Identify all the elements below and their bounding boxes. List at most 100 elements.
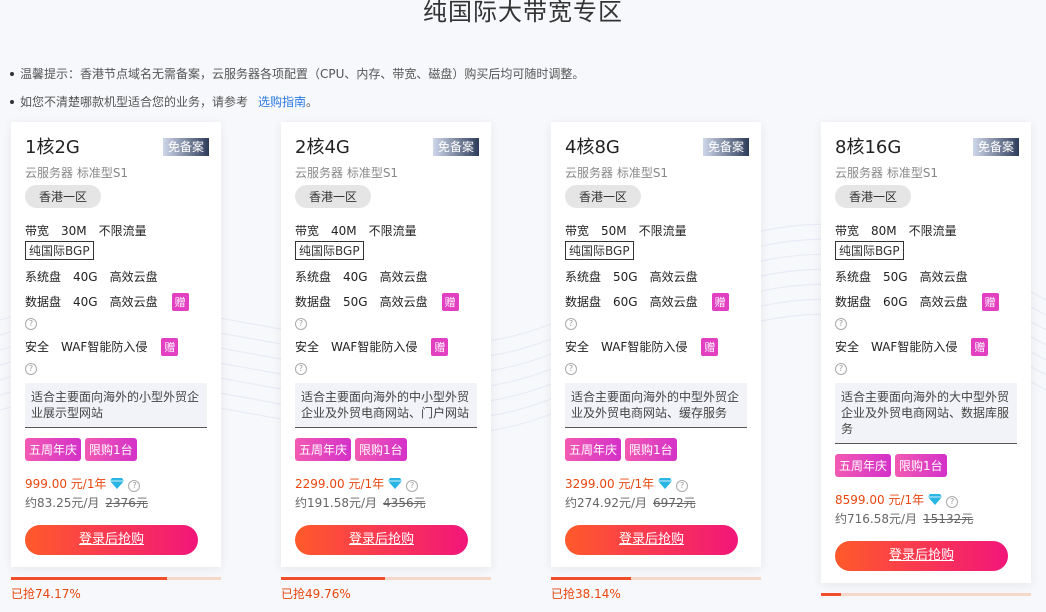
- anniversary-tag: 五周年庆: [25, 438, 82, 461]
- anniversary-tag: 五周年庆: [565, 438, 622, 461]
- price-value: 3299.00 元/1年: [565, 477, 655, 491]
- card-subtitle: 云服务器 标准型S1: [25, 166, 129, 180]
- help-icon[interactable]: ?: [406, 480, 419, 492]
- unlimited-traffic: 不限流量: [638, 224, 687, 238]
- help-icon[interactable]: ?: [835, 363, 847, 375]
- diamond-icon: [110, 477, 125, 492]
- monthly-price: 约191.58元/月 4356元: [295, 494, 477, 511]
- gift-badge: 赠: [701, 338, 719, 356]
- data-disk-type: 高效云盘: [379, 295, 428, 309]
- data-disk-type: 高效云盘: [919, 295, 968, 309]
- anniversary-tag: 五周年庆: [295, 438, 352, 461]
- help-icon[interactable]: ?: [295, 318, 307, 330]
- gift-badge: 赠: [971, 338, 989, 356]
- bandwidth-label: 带宽: [295, 224, 320, 238]
- unlimited-traffic: 不限流量: [98, 224, 147, 238]
- monthly-value: 约83.25元/月: [25, 496, 100, 510]
- sold-progress-bar: [11, 577, 221, 580]
- monthly-value: 约191.58元/月: [295, 496, 378, 510]
- limit-tag: 限购1台: [895, 454, 947, 477]
- diamond-icon: [388, 477, 403, 492]
- help-icon[interactable]: ?: [835, 318, 847, 330]
- price: 999.00 元/1年?: [25, 475, 207, 492]
- gift-badge: 赠: [441, 293, 459, 311]
- help-icon[interactable]: ?: [295, 363, 307, 375]
- data-disk-label: 数据盘: [25, 295, 62, 309]
- buy-button[interactable]: 登录后抢购: [25, 525, 198, 555]
- data-disk-row: 数据盘 50G 高效云盘赠: [295, 293, 477, 311]
- region-selector[interactable]: 香港一区: [25, 185, 102, 208]
- sold-progress-bar: [821, 593, 1031, 596]
- data-disk-value: 50G: [343, 295, 368, 309]
- help-icon[interactable]: ?: [676, 480, 689, 492]
- price-value: 8599.00 元/1年: [835, 493, 925, 507]
- system-disk-row: 系统盘 40G 高效云盘: [295, 268, 477, 285]
- help-icon[interactable]: ?: [565, 363, 577, 375]
- buy-button[interactable]: 登录后抢购: [835, 541, 1008, 571]
- tip-notice: 温馨提示：香港节点域名无需备案，云服务器各项配置（CPU、内存、带宽、磁盘）购买…: [10, 65, 584, 82]
- card-subtitle: 云服务器 标准型S1: [835, 166, 939, 180]
- security-row: 安全 WAF智能防入侵赠: [295, 338, 477, 356]
- limit-tag: 限购1台: [85, 438, 137, 461]
- original-price: 15132元: [923, 512, 974, 526]
- help-icon[interactable]: ?: [565, 318, 577, 330]
- bandwidth-row: 带宽 40M 不限流量: [295, 222, 477, 239]
- tip-guide-suffix: 。: [306, 95, 319, 109]
- system-disk-type: 高效云盘: [109, 270, 158, 284]
- system-disk-value: 40G: [73, 270, 98, 284]
- limit-tag: 限购1台: [625, 438, 677, 461]
- sold-percentage: 已抢49.76%: [281, 587, 351, 601]
- region-selector[interactable]: 香港一区: [295, 185, 372, 208]
- system-disk-value: 40G: [343, 270, 368, 284]
- security-row: 安全 WAF智能防入侵赠: [835, 338, 1017, 356]
- region-selector[interactable]: 香港一区: [565, 185, 642, 208]
- page-title: 纯国际大带宽专区: [423, 0, 623, 26]
- security-label: 安全: [25, 340, 50, 354]
- no-filing-badge: 免备案: [162, 138, 209, 156]
- original-price: 6972元: [653, 496, 696, 510]
- help-icon[interactable]: ?: [946, 496, 959, 508]
- data-disk-type: 高效云盘: [109, 295, 158, 309]
- bgp-label: 纯国际BGP: [565, 241, 634, 260]
- bandwidth-row: 带宽 50M 不限流量: [565, 222, 747, 239]
- sold-progress-fill: [821, 593, 841, 596]
- sold-progress-bar: [551, 577, 761, 580]
- region-selector[interactable]: 香港一区: [835, 185, 912, 208]
- help-icon[interactable]: ?: [25, 318, 37, 330]
- data-disk-label: 数据盘: [565, 295, 602, 309]
- bandwidth-value: 80M: [871, 224, 897, 238]
- help-icon[interactable]: ?: [128, 480, 141, 492]
- gift-badge: 赠: [431, 338, 449, 356]
- data-disk-value: 60G: [613, 295, 638, 309]
- system-disk-value: 50G: [613, 270, 638, 284]
- system-disk-label: 系统盘: [835, 270, 872, 284]
- purchase-guide-link[interactable]: 选购指南: [258, 95, 306, 109]
- bandwidth-label: 带宽: [565, 224, 590, 238]
- data-disk-label: 数据盘: [295, 295, 332, 309]
- product-card: 2核4G 免备案 云服务器 标准型S1 香港一区 带宽 40M 不限流量 纯国际BG…: [281, 122, 491, 567]
- original-price: 4356元: [383, 496, 426, 510]
- diamond-icon: [928, 493, 943, 508]
- card-subtitle: 云服务器 标准型S1: [295, 166, 399, 180]
- price: 3299.00 元/1年?: [565, 475, 747, 492]
- help-icon[interactable]: ?: [25, 363, 37, 375]
- bandwidth-value: 30M: [61, 224, 87, 238]
- card-subtitle: 云服务器 标准型S1: [565, 166, 669, 180]
- price: 2299.00 元/1年?: [295, 475, 477, 492]
- buy-button[interactable]: 登录后抢购: [565, 525, 738, 555]
- data-disk-row: 数据盘 40G 高效云盘赠: [25, 293, 207, 311]
- security-label: 安全: [835, 340, 860, 354]
- sold-percentage: 已抢74.17%: [11, 587, 81, 601]
- system-disk-row: 系统盘 50G 高效云盘: [565, 268, 747, 285]
- security-row: 安全 WAF智能防入侵赠: [565, 338, 747, 356]
- sold-progress-fill: [281, 577, 386, 580]
- system-disk-label: 系统盘: [295, 270, 332, 284]
- system-disk-row: 系统盘 50G 高效云盘: [835, 268, 1017, 285]
- gift-badge: 赠: [711, 293, 729, 311]
- gift-badge: 赠: [171, 293, 189, 311]
- no-filing-badge: 免备案: [702, 138, 749, 156]
- product-card: 4核8G 免备案 云服务器 标准型S1 香港一区 带宽 50M 不限流量 纯国际BG…: [551, 122, 761, 567]
- buy-button[interactable]: 登录后抢购: [295, 525, 468, 555]
- bandwidth-label: 带宽: [25, 224, 50, 238]
- card-description: 适合主要面向海外的大中型外贸企业及外贸电商网站、数据库服务: [835, 383, 1017, 444]
